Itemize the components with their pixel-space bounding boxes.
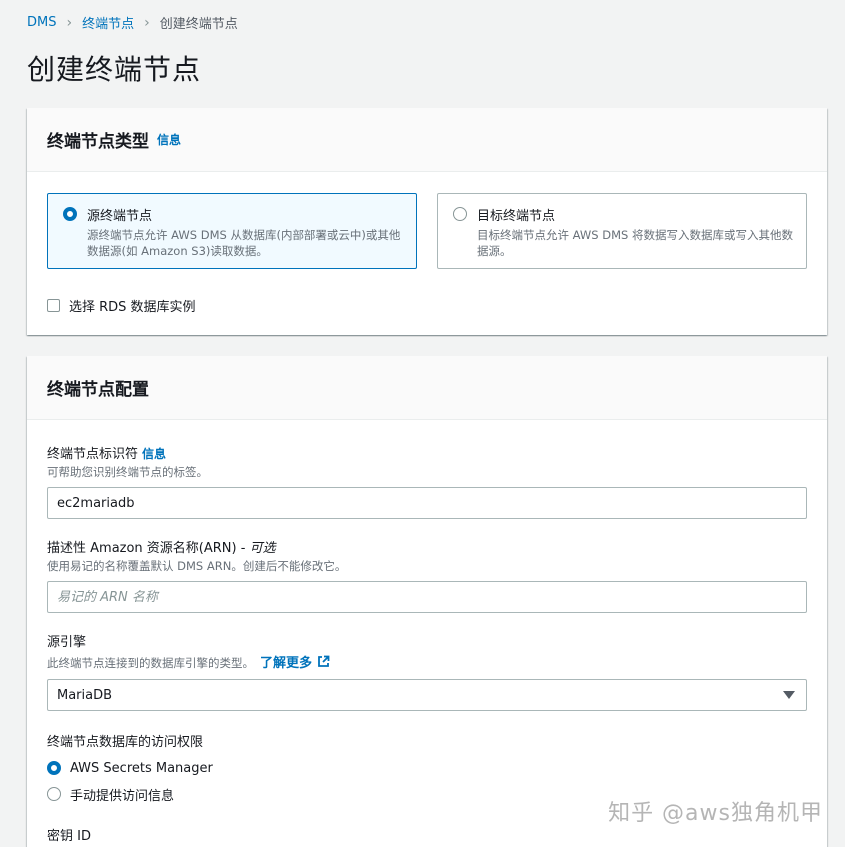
breadcrumb-endpoints-link[interactable]: 终端节点 [82, 13, 134, 32]
field-label-text: 终端节点标识符 [47, 447, 139, 462]
field-label: 密钥 ID [47, 829, 91, 844]
arn-input[interactable] [47, 581, 807, 613]
access-option-secrets-manager[interactable]: AWS Secrets Manager [47, 760, 807, 776]
source-endpoint-tile[interactable]: 源终端节点 源终端节点允许 AWS DMS 从数据库(内部部署或云中)或其他数据… [47, 193, 417, 269]
source-engine-field: 源引擎 此终端节点连接到的数据库引擎的类型。 了解更多 MariaDB [47, 631, 807, 711]
radio-label: AWS Secrets Manager [70, 760, 213, 776]
tile-description: 目标终端节点允许 AWS DMS 将数据写入数据库或写入其他数据源。 [477, 228, 793, 258]
arn-field: 描述性 Amazon 资源名称(ARN) - 可选 使用易记的名称覆盖默认 DM… [47, 537, 807, 613]
external-link-icon [317, 655, 329, 667]
select-value: MariaDB [57, 687, 113, 703]
page-title: 创建终端节点 [27, 53, 202, 86]
rds-instance-checkbox[interactable] [47, 299, 60, 312]
info-link[interactable]: 信息 [142, 447, 166, 461]
radio-unselected-icon[interactable] [47, 787, 61, 801]
field-label-text: 描述性 Amazon 资源名称(ARN) - [47, 541, 250, 556]
checkbox-label: 选择 RDS 数据库实例 [69, 300, 196, 315]
learn-more-link[interactable]: 了解更多 [260, 655, 330, 671]
access-field: 终端节点数据库的访问权限 AWS Secrets Manager 手动提供访问信… [47, 731, 807, 804]
panel-header: 终端节点类型 信息 [27, 108, 827, 172]
breadcrumb-dms-link[interactable]: DMS [27, 15, 56, 30]
tile-description: 源终端节点允许 AWS DMS 从数据库(内部部署或云中)或其他数据源(如 Am… [87, 228, 401, 258]
panel-title: 终端节点类型 [47, 132, 149, 152]
secret-id-field: 密钥 ID [47, 825, 807, 844]
optional-label: 可选 [249, 541, 276, 556]
tile-title: 目标终端节点 [477, 209, 556, 224]
info-link[interactable]: 信息 [157, 131, 181, 148]
radio-selected-icon[interactable] [47, 761, 61, 775]
watermark: 知乎 @aws独角机甲 [608, 801, 823, 826]
field-description: 使用易记的名称覆盖默认 DMS ARN。创建后不能修改它。 [47, 559, 347, 573]
field-label: 描述性 Amazon 资源名称(ARN) - 可选 [47, 537, 807, 556]
radio-unselected-icon[interactable] [453, 207, 467, 221]
endpoint-identifier-field: 终端节点标识符 信息 可帮助您识别终端节点的标签。 [47, 443, 807, 519]
tile-title: 源终端节点 [87, 209, 153, 224]
radio-selected-icon[interactable] [63, 207, 77, 221]
endpoint-identifier-input[interactable] [47, 487, 807, 519]
panel-header: 终端节点配置 [27, 356, 827, 420]
field-description-text: 此终端节点连接到的数据库引擎的类型。 [47, 656, 254, 670]
source-engine-select[interactable]: MariaDB [47, 679, 807, 711]
breadcrumb-current: 创建终端节点 [159, 17, 238, 32]
breadcrumb: DMS › 终端节点 › 创建终端节点 [27, 13, 238, 33]
endpoint-type-tiles: 源终端节点 源终端节点允许 AWS DMS 从数据库(内部部署或云中)或其他数据… [47, 193, 807, 269]
radio-label: 手动提供访问信息 [70, 788, 175, 804]
chevron-right-icon: › [66, 14, 73, 31]
rds-instance-checkbox-row[interactable]: 选择 RDS 数据库实例 [47, 296, 196, 315]
panel-title: 终端节点配置 [47, 380, 149, 400]
field-description: 此终端节点连接到的数据库引擎的类型。 了解更多 [47, 652, 807, 671]
field-label: 终端节点标识符 信息 [47, 443, 807, 462]
chevron-right-icon: › [144, 14, 150, 31]
field-description: 可帮助您识别终端节点的标签。 [47, 465, 208, 479]
field-label: 源引擎 [47, 635, 87, 650]
target-endpoint-tile[interactable]: 目标终端节点 目标终端节点允许 AWS DMS 将数据写入数据库或写入其他数据源… [437, 193, 807, 269]
caret-down-icon [783, 691, 795, 699]
learn-more-text: 了解更多 [260, 656, 313, 671]
endpoint-type-panel: 终端节点类型 信息 源终端节点 源终端节点允许 AWS DMS 从数据库(内部部… [27, 108, 827, 335]
endpoint-config-panel: 终端节点配置 终端节点标识符信息 可帮助您识别终端节点的标签。 描述性 Amaz… [27, 356, 827, 847]
field-label: 终端节点数据库的访问权限 [47, 735, 204, 750]
